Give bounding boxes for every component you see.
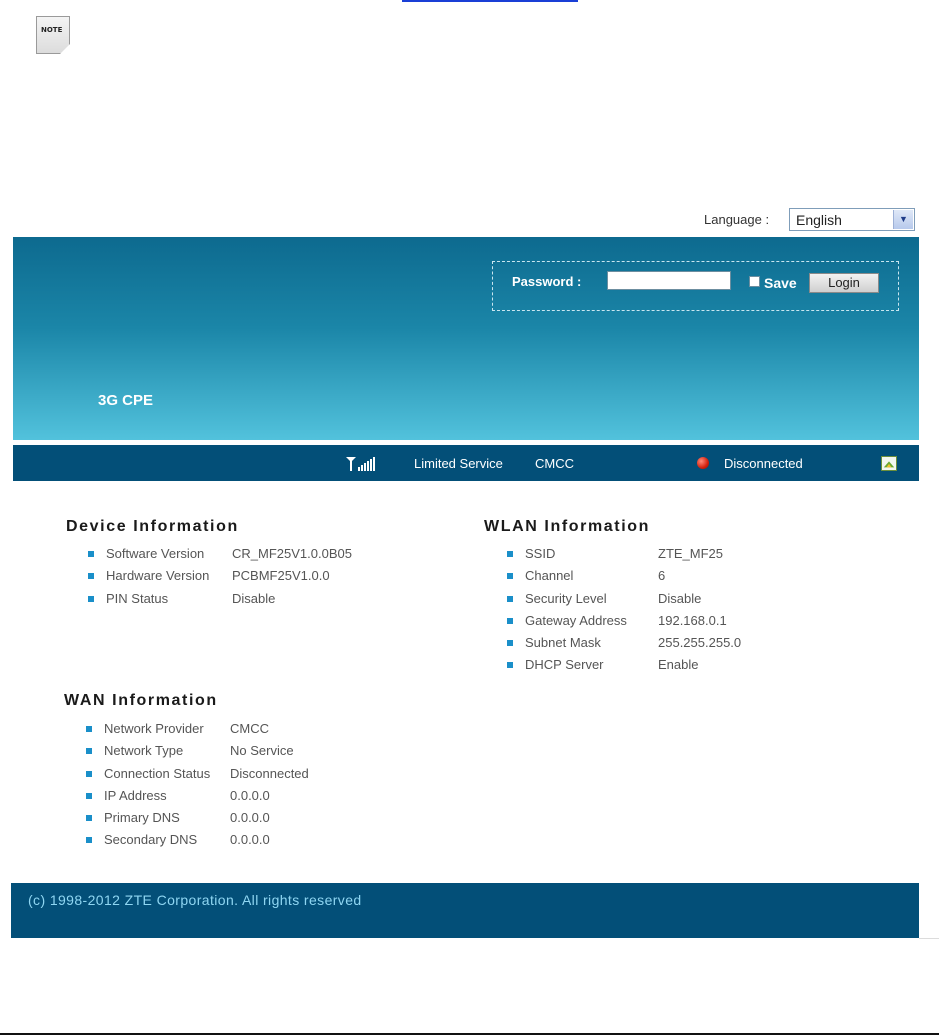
info-key: Software Version: [106, 546, 205, 561]
info-value: Disable: [232, 590, 276, 606]
info-key: Primary DNS: [104, 810, 180, 826]
info-value: CMCC: [230, 721, 269, 736]
language-label: Language :: [704, 212, 770, 227]
info-value: Enable: [658, 657, 699, 673]
list-item: Subnet Mask 255.255.255.0: [507, 635, 837, 657]
top-link-underline: [402, 0, 578, 2]
info-key: Network Provider: [104, 721, 204, 736]
info-value: 192.168.0.1: [658, 612, 727, 628]
info-value: 6: [658, 568, 666, 584]
update-icon[interactable]: [881, 456, 897, 471]
device-info-title: Device Information: [66, 518, 239, 535]
signal-strength-icon: [346, 457, 375, 471]
info-value: Disable: [658, 590, 702, 606]
info-key: Connection Status: [104, 765, 211, 781]
list-item: Hardware Version PCBMF25V1.0.0: [88, 568, 418, 590]
note-icon-label: NOTE: [41, 26, 63, 34]
save-label[interactable]: Save: [764, 275, 797, 291]
info-key: IP Address: [104, 787, 167, 803]
info-value: Disconnected: [230, 765, 309, 781]
list-item: SSID ZTE_MF25: [507, 546, 837, 568]
product-name: 3G CPE: [98, 392, 154, 409]
list-item: Gateway Address 192.168.0.1: [507, 613, 837, 635]
info-key: PIN Status: [106, 590, 169, 606]
list-item: IP Address 0.0.0.0: [86, 788, 416, 810]
info-value: 0.0.0.0: [230, 810, 270, 826]
list-item: DHCP Server Enable: [507, 657, 837, 679]
disconnected-indicator-icon: [697, 457, 709, 469]
wlan-info-title: WLAN Information: [484, 518, 651, 535]
note-icon: NOTE: [36, 16, 70, 54]
divider: [919, 938, 939, 939]
info-value: No Service: [230, 743, 294, 759]
info-value: 255.255.255.0: [658, 635, 742, 651]
info-key: Security Level: [525, 590, 607, 606]
wan-info-list: Network Provider CMCC Network Type No Serv…: [86, 721, 416, 855]
info-key: DHCP Server: [525, 657, 604, 673]
info-key: Subnet Mask: [525, 635, 601, 651]
list-item: Connection Status Disconnected: [86, 766, 416, 788]
list-item: Channel 6: [507, 568, 837, 590]
service-status: Limited Service: [414, 456, 503, 471]
list-item: Security Level Disable: [507, 591, 837, 613]
info-key: Channel: [525, 568, 574, 584]
list-item: Secondary DNS 0.0.0.0: [86, 832, 416, 854]
password-label: Password :: [512, 274, 582, 289]
chevron-down-icon[interactable]: ▼: [893, 210, 913, 229]
list-item: PIN Status Disable: [88, 591, 418, 613]
list-item: Network Type No Service: [86, 743, 416, 765]
connection-status: Disconnected: [724, 456, 803, 471]
network-provider-status: CMCC: [535, 456, 574, 471]
list-item: Primary DNS 0.0.0.0: [86, 810, 416, 832]
info-value: 0.0.0.0: [230, 787, 270, 803]
info-key: Network Type: [104, 743, 184, 759]
info-value: CR_MF25V1.0.0B05: [232, 546, 352, 561]
info-key: SSID: [525, 546, 556, 561]
login-button[interactable]: Login: [809, 273, 879, 293]
list-item: Network Provider CMCC: [86, 721, 416, 743]
language-selected-value: English: [796, 212, 842, 228]
info-key: Gateway Address: [525, 612, 627, 628]
wan-info-title: WAN Information: [64, 692, 218, 709]
language-select[interactable]: English ▼: [789, 208, 915, 231]
save-checkbox[interactable]: [749, 276, 760, 287]
info-value: 0.0.0.0: [230, 832, 270, 848]
device-info-list: Software Version CR_MF25V1.0.0B05 Hardwar…: [88, 546, 418, 613]
list-item: Software Version CR_MF25V1.0.0B05: [88, 546, 418, 568]
info-value: ZTE_MF25: [658, 546, 724, 561]
info-key: Secondary DNS: [104, 832, 198, 848]
info-value: PCBMF25V1.0.0: [232, 568, 330, 584]
wlan-info-list: SSID ZTE_MF25 Channel 6 Security Level Disa…: [507, 546, 837, 680]
password-input[interactable]: [607, 271, 731, 290]
copyright-text: (c) 1998-2012 ZTE Corporation. All right…: [28, 892, 362, 908]
info-key: Hardware Version: [106, 568, 210, 584]
